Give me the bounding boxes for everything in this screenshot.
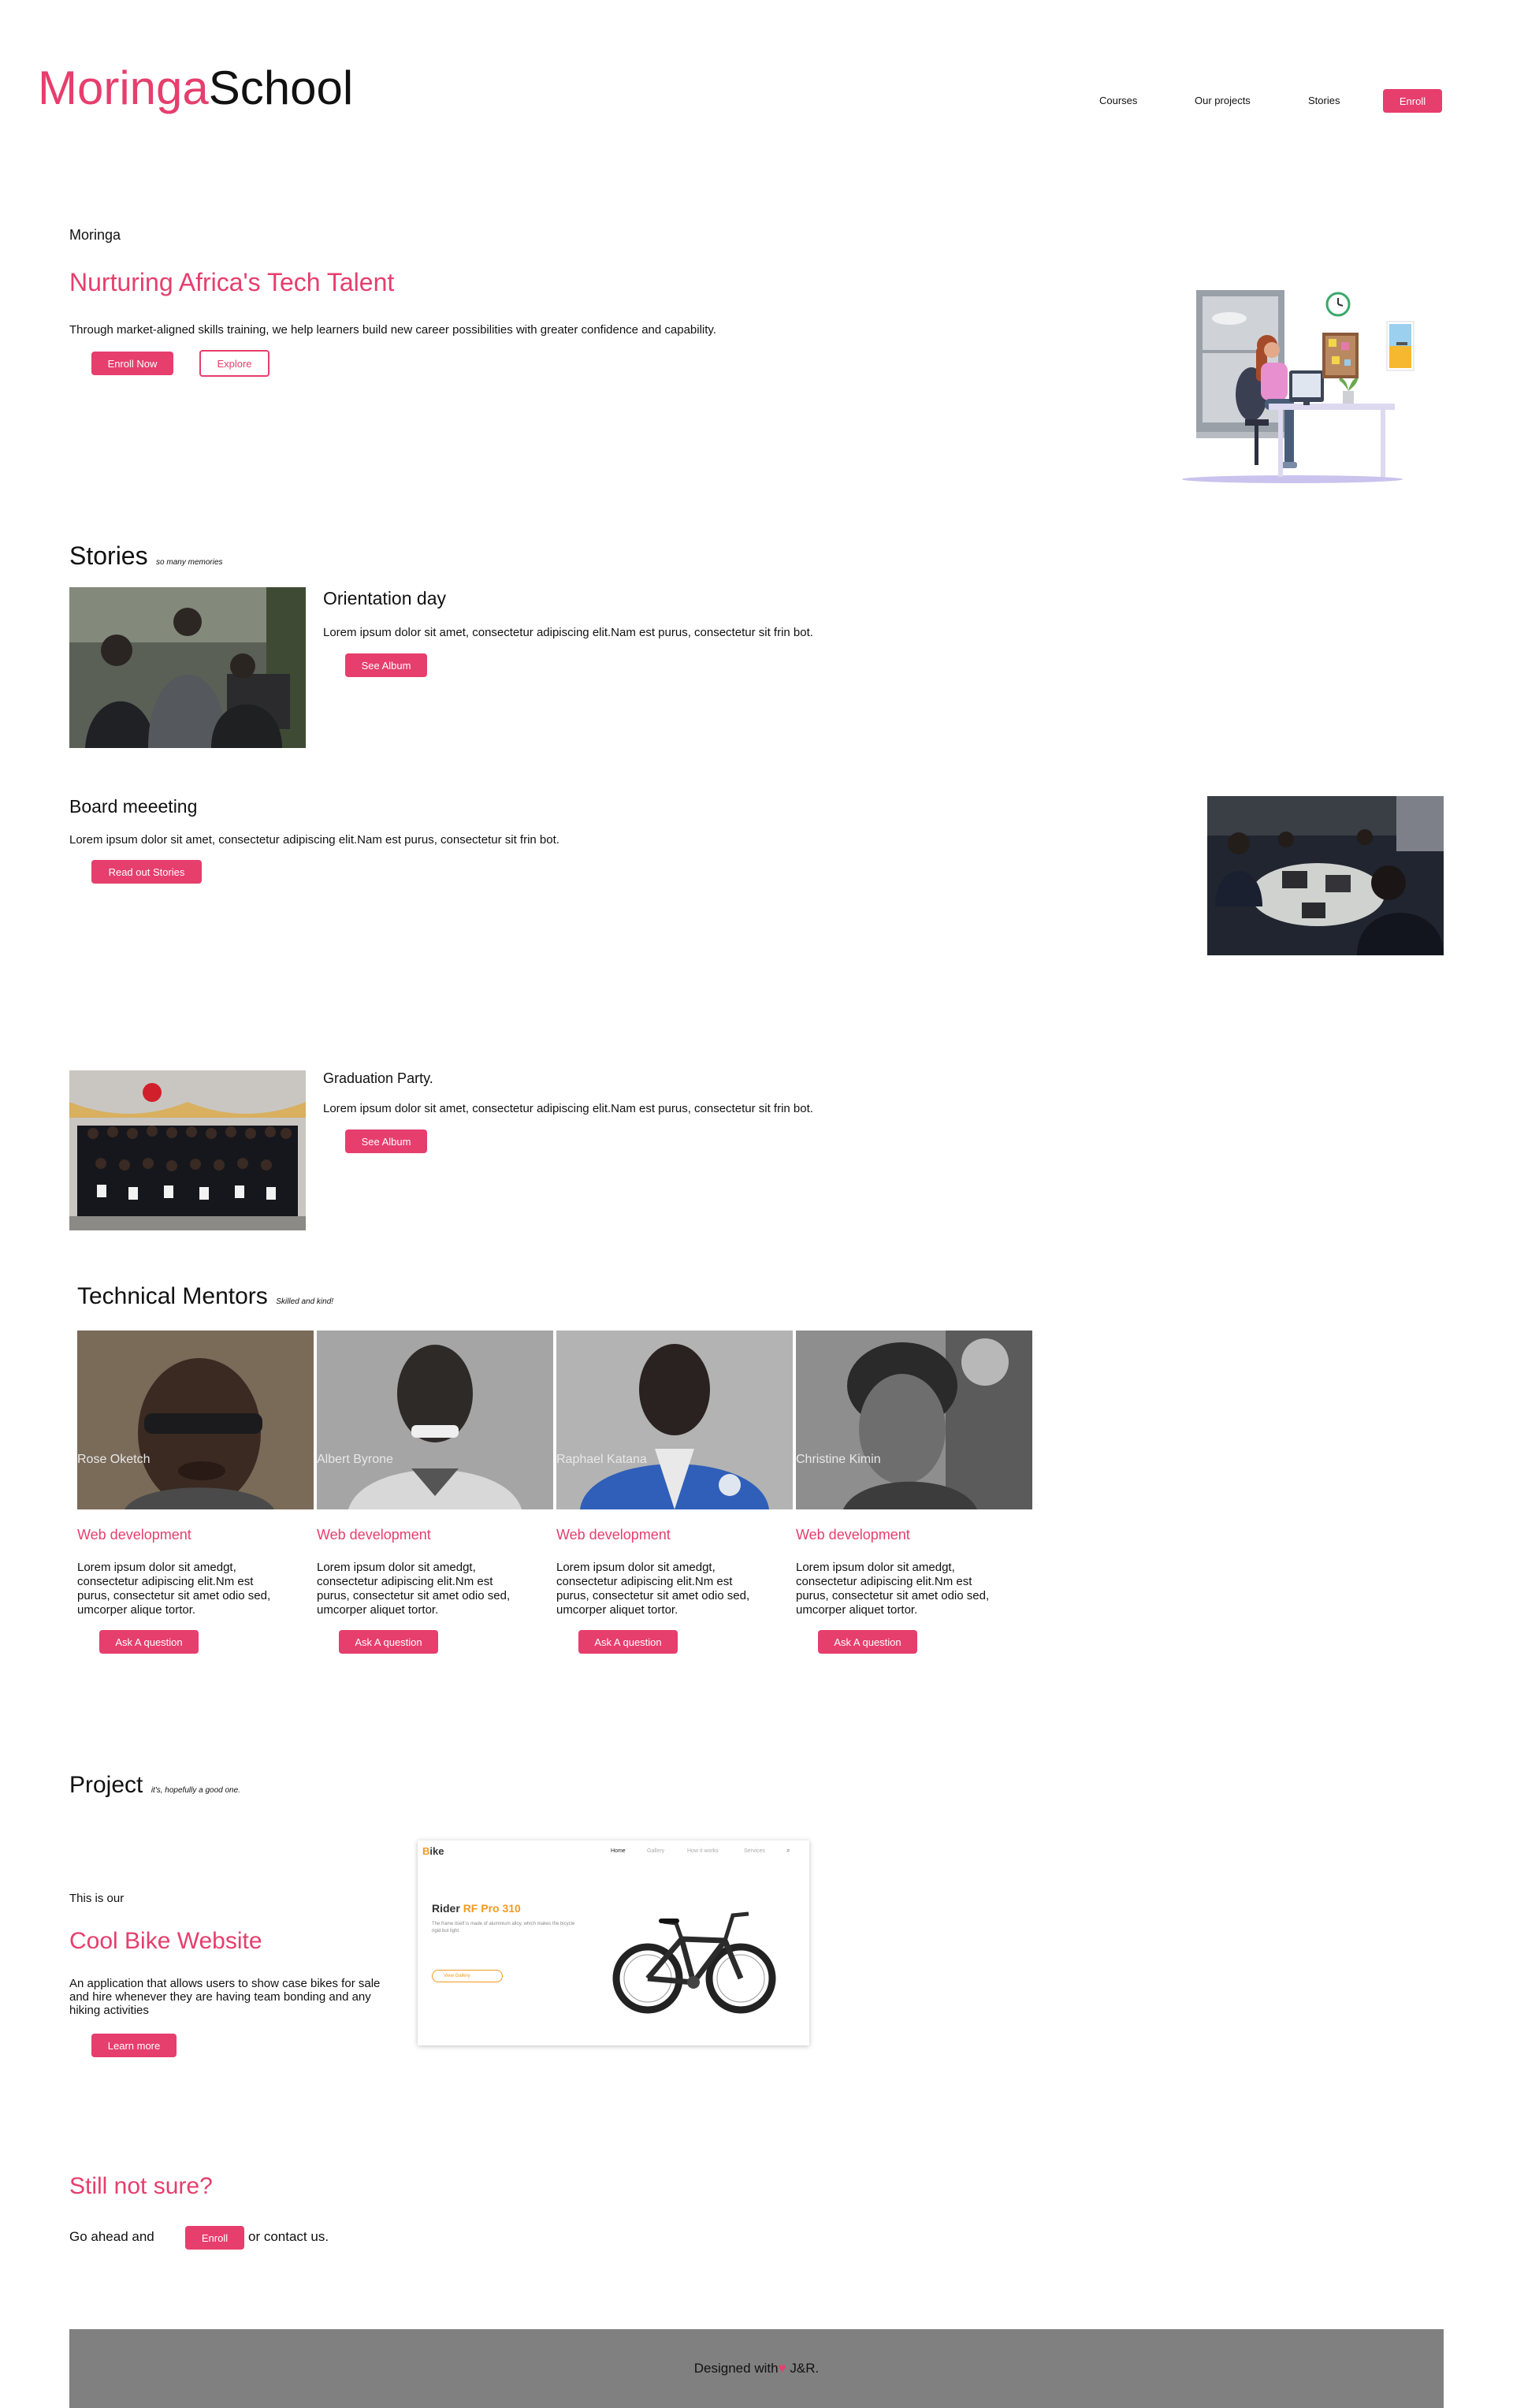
- preview-headline-model: RF Pro 310: [463, 1902, 521, 1915]
- preview-gallery-button: View Gallery: [432, 1970, 503, 1982]
- footer: Designed with♥ J&R.: [69, 2329, 1444, 2408]
- stories-title: Stories: [69, 542, 148, 570]
- logo-moringa: Moringa: [38, 61, 209, 114]
- story-board-photo: [1207, 796, 1444, 955]
- hero-illustration: [1174, 284, 1418, 493]
- preview-bike-image: [607, 1884, 780, 2030]
- story-graduation-text: Lorem ipsum dolor sit amet, consectetur …: [323, 1102, 813, 1115]
- heart-icon: ♥: [778, 2361, 786, 2376]
- preview-headline-rider: Rider: [432, 1902, 463, 1915]
- mentors-heading: Technical Mentors Skilled and kind!: [77, 1283, 333, 1310]
- project-preview[interactable]: Bike Home Gallery How it works Services …: [418, 1840, 809, 2045]
- mentors-subtitle: Skilled and kind!: [276, 1297, 334, 1306]
- cta-before-text: Go ahead and: [69, 2229, 154, 2244]
- hero-title: Nurturing Africa's Tech Talent: [69, 268, 395, 296]
- project-title: Cool Bike Website: [69, 1928, 262, 1954]
- project-subtitle: it's, hopefully a good one.: [151, 1786, 240, 1795]
- preview-logo-b: B: [422, 1845, 430, 1857]
- logo-school: School: [208, 61, 354, 114]
- preview-headline: Rider RF Pro 310: [432, 1902, 521, 1915]
- story-board-read-button[interactable]: Read out Stories: [91, 860, 202, 884]
- ask-question-button[interactable]: Ask A question: [578, 1630, 678, 1654]
- mentor-role: Web development: [796, 1527, 910, 1543]
- mentor-name: Albert Byrone: [317, 1453, 393, 1466]
- enroll-now-button[interactable]: Enroll Now: [91, 352, 173, 375]
- story-graduation-title: Graduation Party.: [323, 1070, 433, 1086]
- preview-search-icon: ⌕: [786, 1847, 790, 1854]
- mentor-role: Web development: [317, 1527, 431, 1543]
- hero-eyebrow: Moringa: [69, 227, 121, 243]
- preview-nav-services: Services: [744, 1848, 765, 1854]
- story-orientation-title: Orientation day: [323, 588, 446, 609]
- mentors-title: Technical Mentors: [77, 1283, 268, 1309]
- preview-nav-gallery: Gallery: [647, 1848, 665, 1854]
- story-graduation-album-button[interactable]: See Album: [345, 1130, 427, 1153]
- nav-courses[interactable]: Courses: [1099, 95, 1137, 106]
- mentor-card-photo: Rose Oketch: [77, 1331, 314, 1509]
- preview-nav-how: How it works: [687, 1848, 719, 1854]
- cta-after-text: or contact us.: [248, 2229, 329, 2244]
- mentor-name: Raphael Katana: [556, 1453, 647, 1466]
- project-title-heading: Project: [69, 1772, 143, 1798]
- ask-question-button[interactable]: Ask A question: [818, 1630, 917, 1654]
- mentor-description: Lorem ipsum dolor sit amedgt, consectetu…: [556, 1561, 750, 1617]
- hero-description: Through market-aligned skills training, …: [69, 323, 716, 337]
- project-heading: Project it's, hopefully a good one.: [69, 1772, 240, 1799]
- story-orientation-photo: [69, 587, 306, 748]
- mentor-role: Web development: [556, 1527, 671, 1543]
- mentor-description: Lorem ipsum dolor sit amedgt, consectetu…: [317, 1561, 511, 1617]
- nav-stories[interactable]: Stories: [1308, 95, 1340, 106]
- nav-enroll-button[interactable]: Enroll: [1383, 89, 1442, 113]
- mentor-name: Christine Kimin: [796, 1453, 881, 1466]
- story-board-text: Lorem ipsum dolor sit amet, consectetur …: [69, 833, 559, 847]
- mentor-name: Rose Oketch: [77, 1453, 151, 1466]
- explore-button[interactable]: Explore: [199, 350, 270, 377]
- story-orientation-text: Lorem ipsum dolor sit amet, consectetur …: [323, 626, 813, 639]
- preview-nav-home: Home: [611, 1848, 626, 1854]
- stories-heading: Stories so many memories: [69, 542, 223, 571]
- project-intro: This is our: [69, 1892, 125, 1905]
- cta-heading: Still not sure?: [69, 2173, 213, 2199]
- ask-question-button[interactable]: Ask A question: [339, 1630, 438, 1654]
- mentor-role: Web development: [77, 1527, 191, 1543]
- project-description: An application that allows users to show…: [69, 1977, 381, 2017]
- cta-line: Go ahead and: [69, 2229, 154, 2245]
- cta-enroll-button[interactable]: Enroll: [185, 2226, 244, 2250]
- mentor-card-photo: Christine Kimin: [796, 1331, 1032, 1509]
- ask-question-button[interactable]: Ask A question: [99, 1630, 199, 1654]
- site-logo[interactable]: MoringaSchool: [38, 58, 353, 118]
- preview-logo-rest: ike: [429, 1845, 444, 1857]
- preview-logo: Bike: [422, 1845, 444, 1857]
- story-graduation-photo: [69, 1070, 306, 1230]
- footer-designed-with: Designed with: [693, 2361, 779, 2376]
- mentor-card-photo: Albert Byrone: [317, 1331, 553, 1509]
- mentor-card-photo: Raphael Katana: [556, 1331, 793, 1509]
- nav-our-projects[interactable]: Our projects: [1195, 95, 1251, 106]
- mentor-description: Lorem ipsum dolor sit amedgt, consectetu…: [796, 1561, 990, 1617]
- footer-authors: J&R.: [790, 2361, 820, 2376]
- story-board-title: Board meeeting: [69, 796, 198, 817]
- story-orientation-album-button[interactable]: See Album: [345, 653, 427, 677]
- stories-subtitle: so many memories: [156, 558, 223, 567]
- preview-blurb: The frame itself is made of aluminium al…: [432, 1922, 575, 1933]
- footer-credit: Designed with♥ J&R.: [69, 2361, 1444, 2376]
- learn-more-button[interactable]: Learn more: [91, 2034, 177, 2057]
- mentor-description: Lorem ipsum dolor sit amedgt, consectetu…: [77, 1561, 271, 1617]
